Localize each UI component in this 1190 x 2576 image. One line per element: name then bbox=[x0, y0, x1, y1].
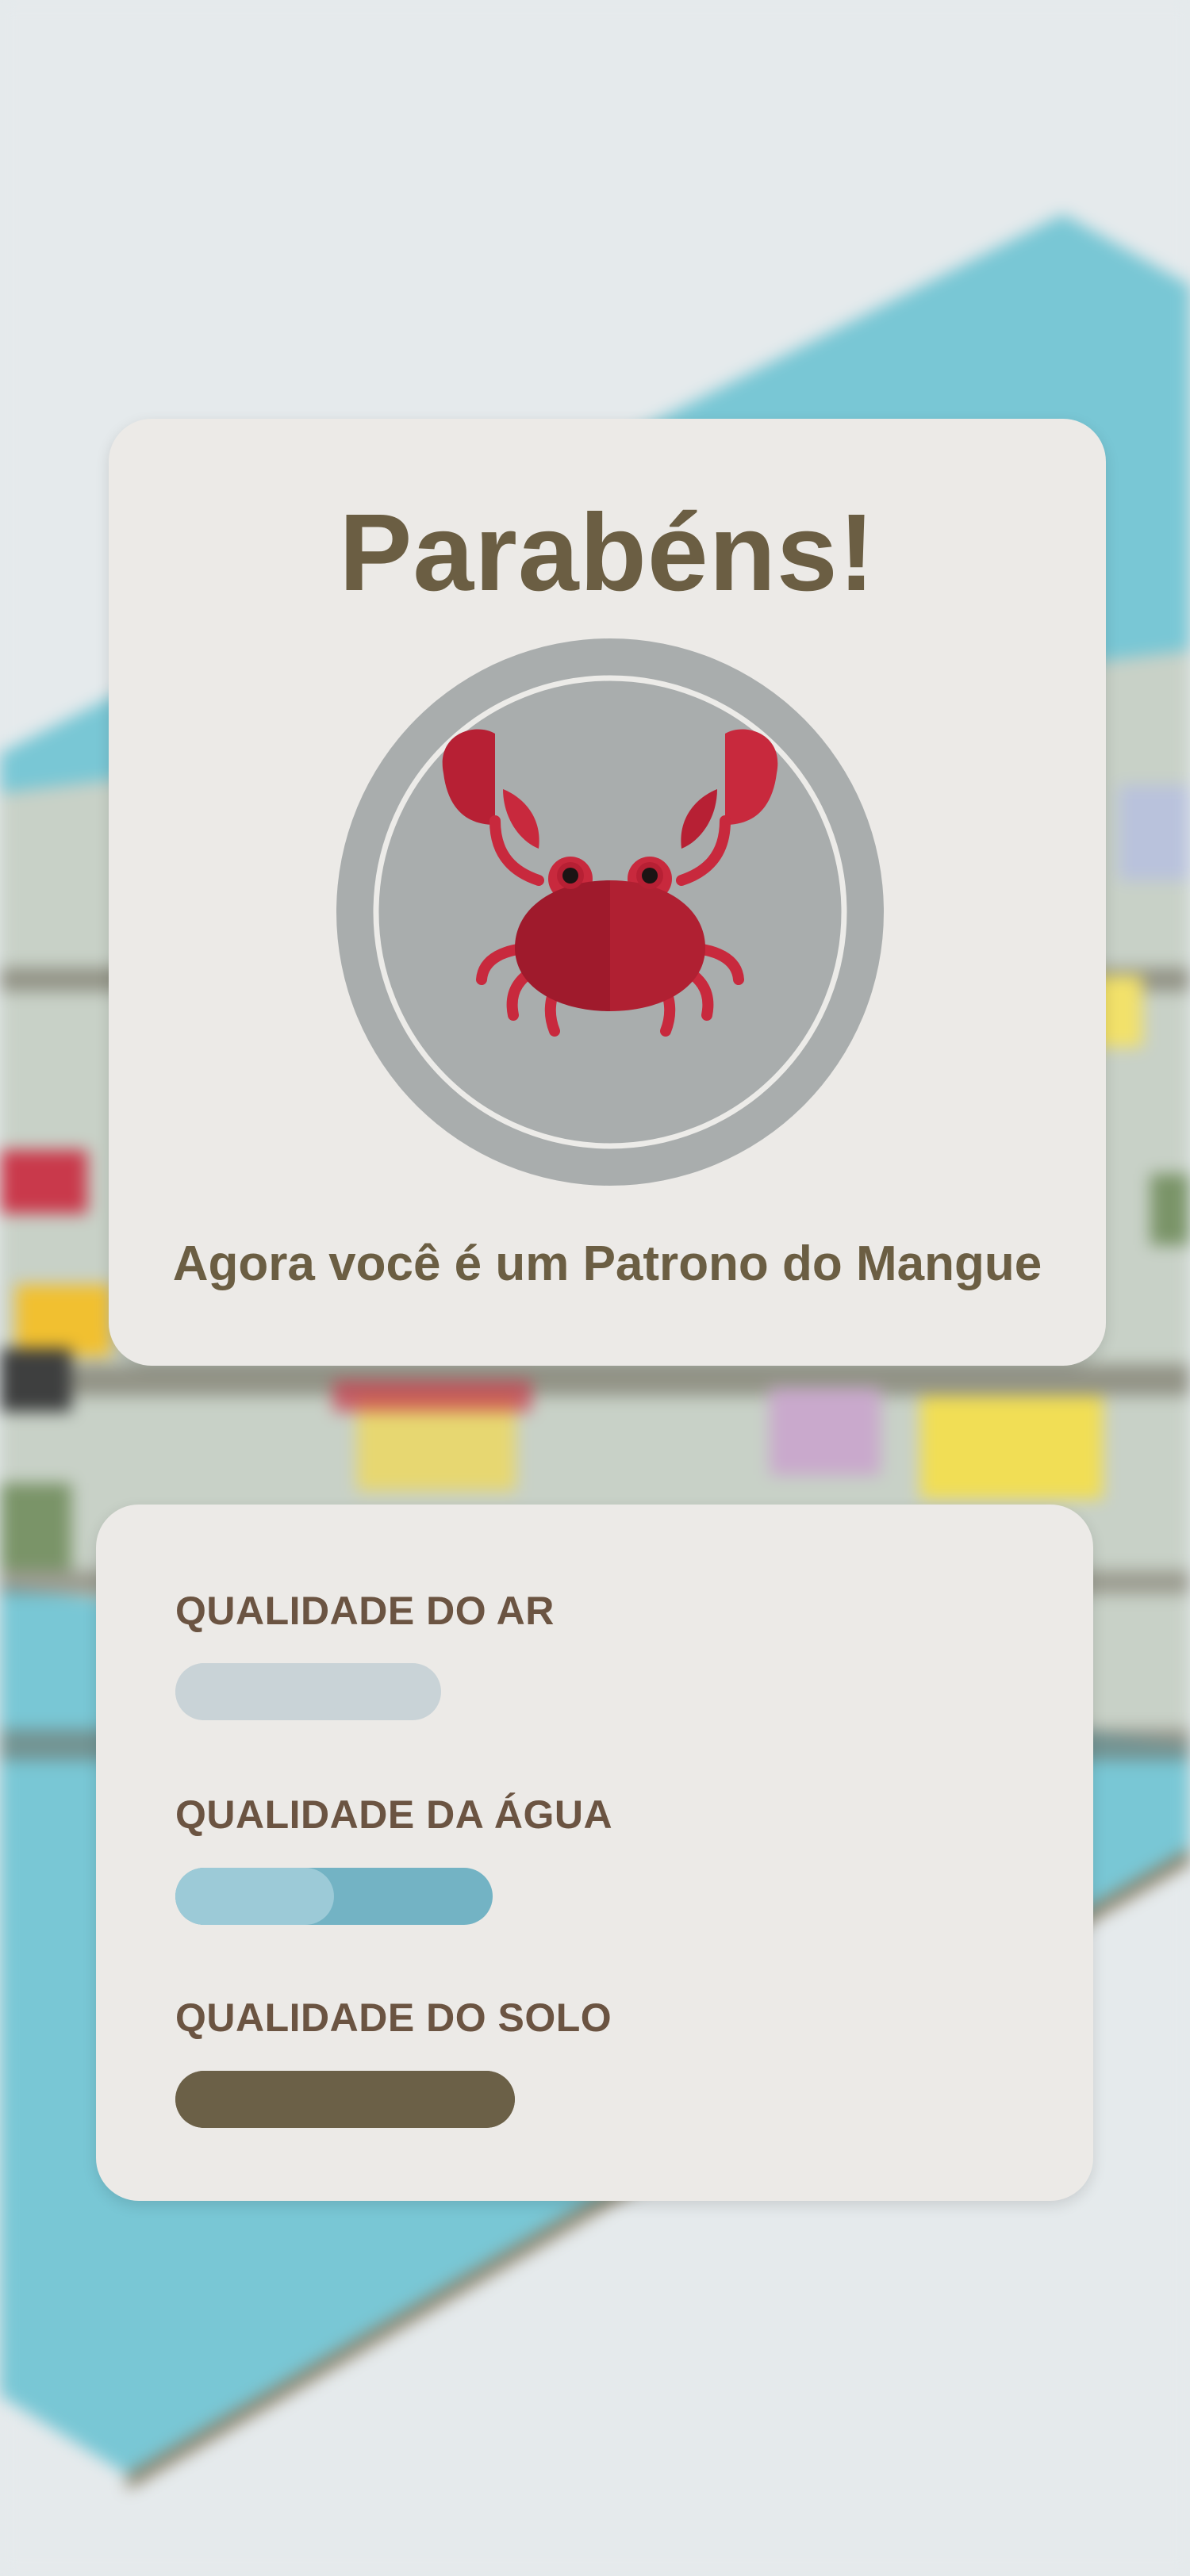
game-screen: Parabéns! Agora você é um Patrono do Man… bbox=[0, 0, 1190, 2576]
patron-message: Agora você é um Patrono do Mangue bbox=[172, 1236, 1042, 1291]
soil-quality-label: QUALIDADE DO SOLO bbox=[175, 1995, 612, 2040]
environment-stats-card: QUALIDADE DO AR QUALIDADE DA ÁGUA QUALID… bbox=[96, 1505, 1093, 2201]
air-quality-bar bbox=[175, 1663, 441, 1720]
congratulations-card: Parabéns! Agora você é um Patrono do Man… bbox=[109, 419, 1106, 1366]
air-quality-label: QUALIDADE DO AR bbox=[175, 1589, 555, 1633]
soil-quality-bar-fill bbox=[175, 2071, 515, 2128]
patron-badge bbox=[336, 638, 884, 1186]
water-quality-bar bbox=[175, 1868, 493, 1925]
water-quality-bar-fill bbox=[175, 1868, 334, 1925]
congratulations-title: Parabéns! bbox=[339, 492, 876, 614]
water-quality-label: QUALIDADE DA ÁGUA bbox=[175, 1792, 613, 1837]
air-quality-bar-fill bbox=[175, 1663, 340, 1720]
soil-quality-bar bbox=[175, 2071, 515, 2128]
